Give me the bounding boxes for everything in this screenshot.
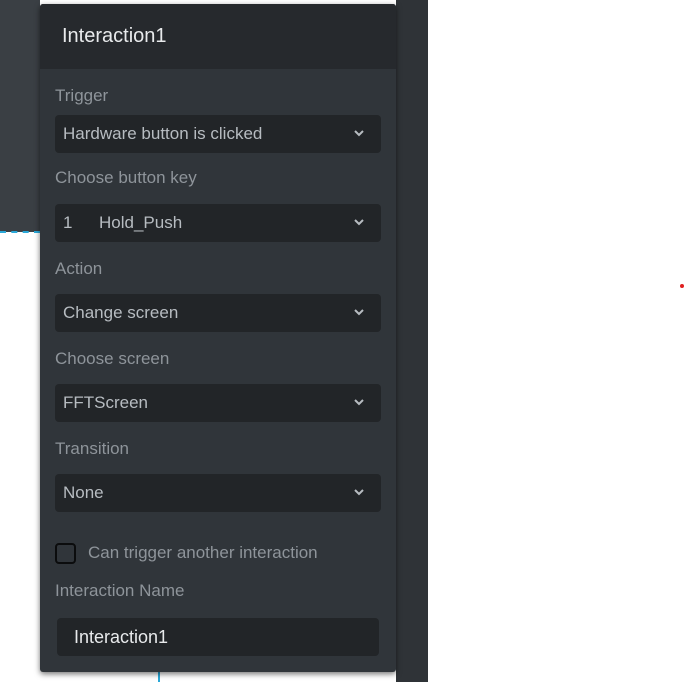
trigger-label: Trigger [55,86,109,105]
selection-outline-left [158,672,160,682]
screen-select[interactable]: FFTScreen [55,384,381,422]
screen-value: FFTScreen [63,393,149,412]
can-trigger-label: Can trigger another interaction [88,543,318,562]
screen: Interaction1 Trigger Hardware button is … [0,0,686,682]
transition-select[interactable]: None [55,474,381,512]
chevron-down-icon [354,399,364,406]
button-key-number: 1 [63,213,73,232]
trigger-select[interactable]: Hardware button is clicked [55,115,381,153]
can-trigger-checkbox[interactable] [55,542,76,564]
interaction-name-label: Interaction Name [55,581,185,600]
button-key-value: Hold_Push [99,213,183,232]
interaction-name-input[interactable] [57,618,379,656]
can-trigger-row[interactable]: Can trigger another interaction [55,542,381,564]
action-value: Change screen [63,303,179,322]
trigger-value: Hardware button is clicked [63,124,263,143]
button-key-select[interactable]: 1 Hold_Push [55,204,381,242]
panel-header: Interaction1 [40,4,396,69]
chevron-down-icon [354,219,364,226]
action-select[interactable]: Change screen [55,294,381,332]
canvas-area-right[interactable] [428,0,686,682]
interaction-panel: Interaction1 Trigger Hardware button is … [40,4,396,672]
button-key-label: Choose button key [55,168,197,187]
editor-divider [396,0,428,682]
chevron-down-icon [354,309,364,316]
chevron-down-icon [354,489,364,496]
screen-label: Choose screen [55,349,170,368]
marker-dot [680,284,684,288]
editor-background [0,0,40,232]
panel-title: Interaction1 [62,25,167,47]
panel-body: Trigger Hardware button is clicked Choos… [40,86,396,656]
chevron-down-icon [354,130,364,137]
selection-outline-top [0,231,40,233]
action-label: Action [55,259,103,278]
transition-label: Transition [55,439,130,458]
transition-value: None [63,483,104,502]
canvas-area-left[interactable] [0,232,40,682]
